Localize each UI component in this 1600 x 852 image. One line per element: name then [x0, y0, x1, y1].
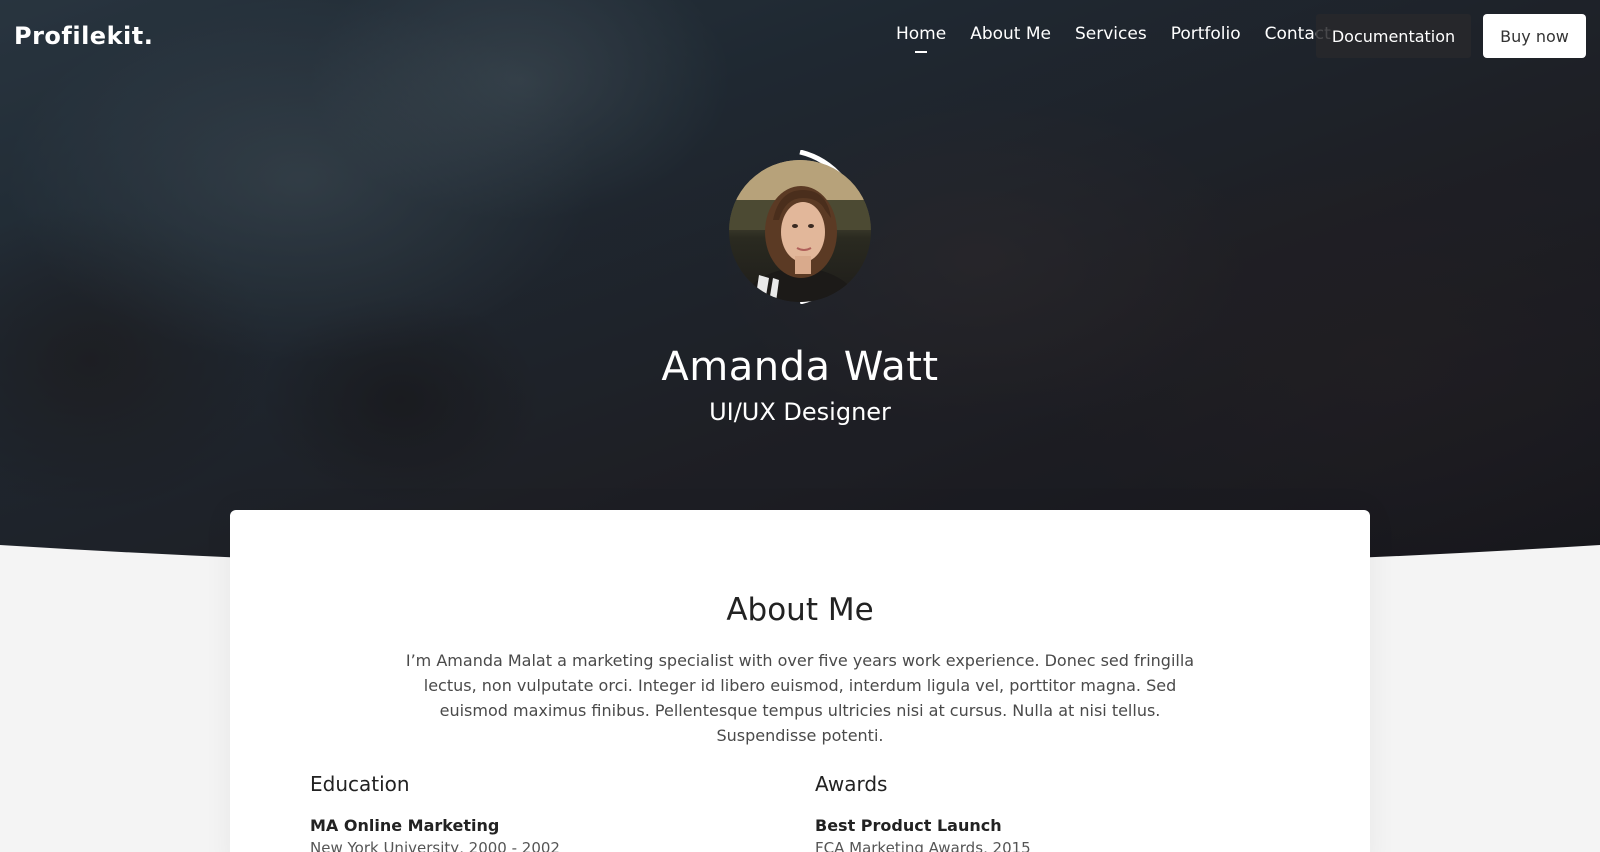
nav-services[interactable]: Services	[1075, 24, 1147, 44]
about-title: About Me	[726, 592, 874, 628]
profile-avatar	[727, 150, 881, 304]
awards-item-title: Best Product Launch	[815, 816, 1002, 835]
hero-name: Amanda Watt	[661, 344, 939, 390]
main-nav: Home About Me Services Portfolio Contact	[896, 24, 1355, 44]
education-item-title: MA Online Marketing	[310, 816, 500, 835]
awards-section: Awards Best Product Launch FCA Marketing…	[815, 772, 1235, 852]
education-item-sub: New York University, 2000 - 2002	[310, 839, 560, 852]
brand-logo[interactable]: Profilekit.	[14, 22, 153, 50]
awards-item-sub: FCA Marketing Awards, 2015	[815, 839, 1031, 852]
nav-home[interactable]: Home	[896, 24, 946, 44]
person-portrait-icon	[729, 160, 871, 302]
nav-about-me[interactable]: About Me	[970, 24, 1051, 44]
awards-title: Awards	[815, 772, 888, 796]
about-text: I’m Amanda Malat a marketing specialist …	[405, 651, 1195, 745]
buy-now-button[interactable]: Buy now	[1483, 14, 1586, 58]
nav-portfolio[interactable]: Portfolio	[1171, 24, 1241, 44]
education-title: Education	[310, 772, 410, 796]
about-card: About Me I’m Amanda Malat a marketing sp…	[230, 510, 1370, 852]
documentation-button[interactable]: Documentation	[1316, 14, 1471, 58]
education-section: Education MA Online Marketing New York U…	[310, 772, 730, 852]
hero-role: UI/UX Designer	[709, 398, 891, 426]
avatar-photo-icon	[729, 160, 871, 302]
